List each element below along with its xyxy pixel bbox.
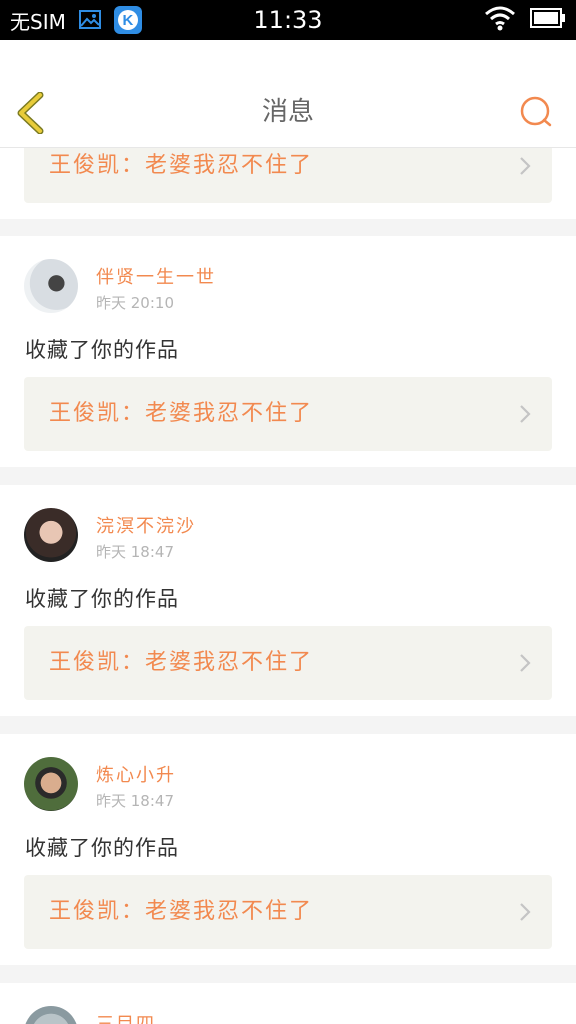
- message-card[interactable]: 浣溟不浣沙 昨天 18:47 收藏了你的作品 王俊凯：老婆我忍不住了: [0, 485, 576, 716]
- search-button[interactable]: [518, 94, 554, 130]
- chevron-right-icon: [520, 654, 531, 672]
- nav-bar: 消息: [0, 40, 576, 148]
- message-card-partial-top: 王俊凯：老婆我忍不住了: [0, 148, 576, 219]
- sender-name[interactable]: 伴贤一生一世: [96, 263, 216, 289]
- message-card[interactable]: 炼心小升 昨天 18:47 收藏了你的作品 王俊凯：老婆我忍不住了: [0, 734, 576, 965]
- referenced-work-title: 王俊凯：老婆我忍不住了: [49, 899, 314, 924]
- status-right: [484, 0, 566, 40]
- referenced-work-link[interactable]: 王俊凯：老婆我忍不住了: [24, 377, 552, 451]
- chevron-right-icon: [520, 157, 531, 175]
- referenced-work-link[interactable]: 王俊凯：老婆我忍不住了: [24, 148, 552, 203]
- sender-name[interactable]: 三目四: [96, 1010, 156, 1024]
- referenced-work-title: 王俊凯：老婆我忍不住了: [49, 650, 314, 675]
- search-icon: [520, 96, 552, 127]
- message-card-partial-bottom[interactable]: 三目四: [0, 983, 576, 1024]
- message-list[interactable]: 王俊凯：老婆我忍不住了 伴贤一生一世 昨天 20:10 收藏了你的作品 王俊凯：…: [0, 148, 576, 1024]
- message-card[interactable]: 伴贤一生一世 昨天 20:10 收藏了你的作品 王俊凯：老婆我忍不住了: [0, 236, 576, 467]
- referenced-work-link[interactable]: 王俊凯：老婆我忍不住了: [24, 626, 552, 700]
- status-bar: 无SIM K 11:33: [0, 0, 576, 40]
- message-time: 昨天 20:10: [96, 294, 174, 312]
- action-text: 收藏了你的作品: [25, 836, 179, 860]
- wifi-icon: [484, 5, 516, 35]
- action-text: 收藏了你的作品: [25, 587, 179, 611]
- action-text: 收藏了你的作品: [25, 338, 179, 362]
- chevron-right-icon: [520, 903, 531, 921]
- referenced-work-title: 王俊凯：老婆我忍不住了: [49, 153, 314, 178]
- avatar[interactable]: [24, 1006, 78, 1024]
- referenced-work-link[interactable]: 王俊凯：老婆我忍不住了: [24, 875, 552, 949]
- message-time: 昨天 18:47: [96, 543, 174, 561]
- sender-name[interactable]: 炼心小升: [96, 761, 176, 787]
- message-time: 昨天 18:47: [96, 792, 174, 810]
- page-title: 消息: [261, 97, 314, 127]
- battery-icon: [530, 7, 566, 33]
- referenced-work-title: 王俊凯：老婆我忍不住了: [49, 401, 314, 426]
- chevron-right-icon: [520, 405, 531, 423]
- sender-name[interactable]: 浣溟不浣沙: [96, 512, 196, 538]
- avatar[interactable]: [24, 259, 78, 313]
- avatar[interactable]: [24, 508, 78, 562]
- avatar[interactable]: [24, 757, 78, 811]
